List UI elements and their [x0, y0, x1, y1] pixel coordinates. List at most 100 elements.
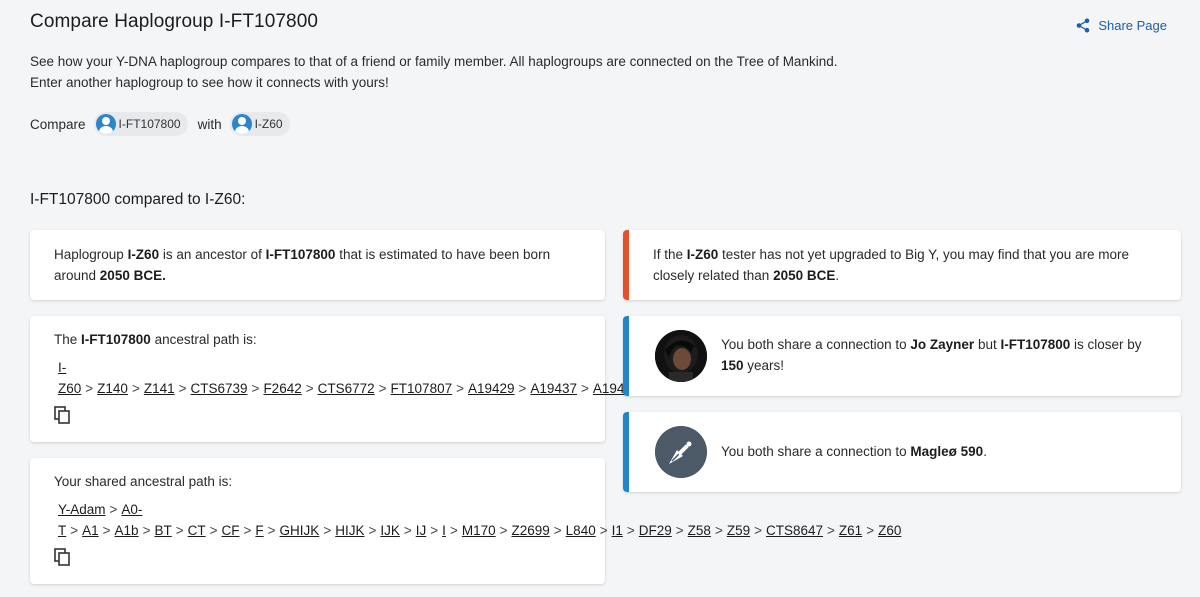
page-title: Compare Haplogroup I-FT107800 — [30, 11, 319, 32]
haplogroup-path-link[interactable]: CF — [222, 523, 240, 538]
share-page-button[interactable]: Share Page — [1076, 18, 1167, 33]
copy-icon[interactable] — [54, 548, 70, 572]
path-separator: > — [714, 523, 723, 538]
path-separator: > — [251, 381, 260, 396]
ancestor-date: 2050 BCE. — [99, 268, 166, 283]
haplogroup-path-link[interactable]: CTS6739 — [191, 381, 248, 396]
comparison-heading: I-FT107800 compared to I-Z60: — [30, 191, 246, 208]
ancestral-path-card: The I-FT107800 ancestral path is: I-Z60 >… — [30, 316, 779, 442]
haplogroup-path-link[interactable]: L840 — [566, 523, 596, 538]
haplogroup-path-link[interactable]: CTS8647 — [766, 523, 823, 538]
path-separator: > — [243, 523, 252, 538]
haplogroup-chip-compare-label: I-Z60 — [254, 117, 283, 131]
haplogroup-path-link[interactable]: Z58 — [688, 523, 711, 538]
compare-haplogroup: I-Z60 — [686, 247, 719, 262]
haplogroup-path-link[interactable]: A1b — [115, 523, 139, 538]
ancestral-path-text: The — [54, 332, 82, 347]
haplogroup-path-link[interactable]: Z61 — [839, 523, 862, 538]
ancestral-path-list: I-Z60 > Z140 > Z141 > CTS6739 > F2642 > CTS6772 > FT… — [54, 357, 779, 399]
upgrade-text: If the — [653, 247, 687, 262]
user-haplogroup: I-FT107800 — [265, 247, 336, 262]
copy-icon[interactable] — [54, 406, 70, 430]
path-separator: > — [323, 523, 332, 538]
intro-line-1: See how your Y-DNA haplogroup compares t… — [30, 54, 838, 69]
path-separator: > — [178, 381, 187, 396]
path-separator: > — [368, 523, 377, 538]
path-separator: > — [403, 523, 412, 538]
haplogroup-path-link[interactable]: F — [255, 523, 263, 538]
haplogroup-path-link[interactable]: Z140 — [97, 381, 128, 396]
haplogroup-path-link[interactable]: Z59 — [727, 523, 750, 538]
haplogroup-chip-user-label: I-FT107800 — [118, 117, 181, 131]
path-separator: > — [754, 523, 762, 538]
path-separator: > — [70, 523, 79, 538]
upgrade-text: . — [835, 268, 840, 283]
path-separator: > — [499, 523, 508, 538]
ancient-text: . — [983, 444, 987, 459]
path-separator: > — [430, 523, 439, 538]
ancient-connection-card: You both share a connection to Magleø 59… — [623, 412, 1181, 492]
path-separator: > — [378, 381, 387, 396]
user-avatar-icon — [231, 114, 252, 134]
famous-person-name: Jo Zayner — [910, 337, 975, 352]
ancestral-path-title: The I-FT107800 ancestral path is: — [54, 329, 581, 350]
path-separator: > — [305, 381, 314, 396]
haplogroup-path-link[interactable]: A19437 — [530, 381, 577, 396]
path-separator: > — [518, 381, 527, 396]
haplogroup-path-link[interactable]: A19429 — [468, 381, 515, 396]
famous-text: years! — [743, 358, 785, 373]
user-haplogroup: I-FT107800 — [81, 332, 151, 347]
haplogroup-path-link[interactable]: CTS6772 — [318, 381, 375, 396]
share-icon — [1076, 18, 1090, 33]
haplogroup-path-link[interactable]: GHIJK — [280, 523, 320, 538]
path-separator: > — [866, 523, 875, 538]
famous-text: is closer by — [1070, 337, 1142, 352]
haplogroup-path-link[interactable]: DF29 — [639, 523, 672, 538]
haplogroup-path-link[interactable]: F2642 — [263, 381, 301, 396]
upgrade-text: tester has not yet upgraded to Big Y, yo… — [653, 247, 1130, 283]
ancient-dna-avatar — [655, 426, 707, 478]
path-separator: > — [142, 523, 151, 538]
haplogroup-path-link[interactable]: Z2699 — [512, 523, 550, 538]
famous-connection-card: You both share a connection to Jo Zayner… — [623, 316, 1181, 396]
haplogroup-chip-user[interactable]: I-FT107800 — [93, 112, 188, 136]
path-separator: > — [85, 381, 94, 396]
ancestor-haplogroup: I-Z60 — [127, 247, 160, 262]
path-separator: > — [175, 523, 184, 538]
haplogroup-path-link[interactable]: Y-Adam — [58, 502, 106, 517]
famous-text: You both share a connection to — [721, 337, 911, 352]
user-avatar-icon — [95, 114, 116, 134]
path-separator: > — [131, 381, 140, 396]
path-separator: > — [109, 502, 118, 517]
path-separator: > — [626, 523, 635, 538]
path-separator: > — [267, 523, 276, 538]
haplogroup-chip-compare[interactable]: I-Z60 — [229, 112, 290, 136]
haplogroup-path-link[interactable]: HIJK — [335, 523, 364, 538]
compare-label: Compare — [30, 116, 86, 132]
trowel-icon — [655, 426, 707, 478]
haplogroup-path-link[interactable]: I — [442, 523, 446, 538]
ancestor-text: is an ancestor of — [159, 247, 266, 262]
haplogroup-path-link[interactable]: IJK — [380, 523, 400, 538]
path-separator: > — [553, 523, 562, 538]
haplogroup-path-link[interactable]: Z60 — [878, 523, 901, 538]
path-separator: > — [456, 381, 464, 396]
shared-path-list: Y-Adam > A0-T > A1 > A1b > BT > CT > CF > F > GHIJK > HIJK… — [54, 499, 901, 541]
haplogroup-path-link[interactable]: M170 — [462, 523, 496, 538]
haplogroup-path-link[interactable]: FT107807 — [391, 381, 453, 396]
haplogroup-path-link[interactable]: I1 — [612, 523, 623, 538]
haplogroup-path-link[interactable]: CT — [188, 523, 206, 538]
haplogroup-path-link[interactable]: IJ — [416, 523, 427, 538]
haplogroup-path-link[interactable]: I-Z60 — [58, 360, 81, 396]
shared-path-card: Your shared ancestral path is: Y-Adam > A0… — [30, 458, 901, 584]
path-separator: > — [580, 381, 589, 396]
upgrade-date: 2050 BCE — [773, 268, 836, 283]
shared-path-title: Your shared ancestral path is: — [54, 474, 233, 489]
haplogroup-path-link[interactable]: A1 — [82, 523, 99, 538]
haplogroup-path-link[interactable]: BT — [154, 523, 171, 538]
years-closer: 150 — [721, 358, 744, 373]
path-separator: > — [827, 523, 835, 538]
haplogroup-path-link[interactable]: Z141 — [144, 381, 175, 396]
ancestor-text: Haplogroup — [54, 247, 128, 262]
intro-text: See how your Y-DNA haplogroup compares t… — [30, 51, 930, 93]
